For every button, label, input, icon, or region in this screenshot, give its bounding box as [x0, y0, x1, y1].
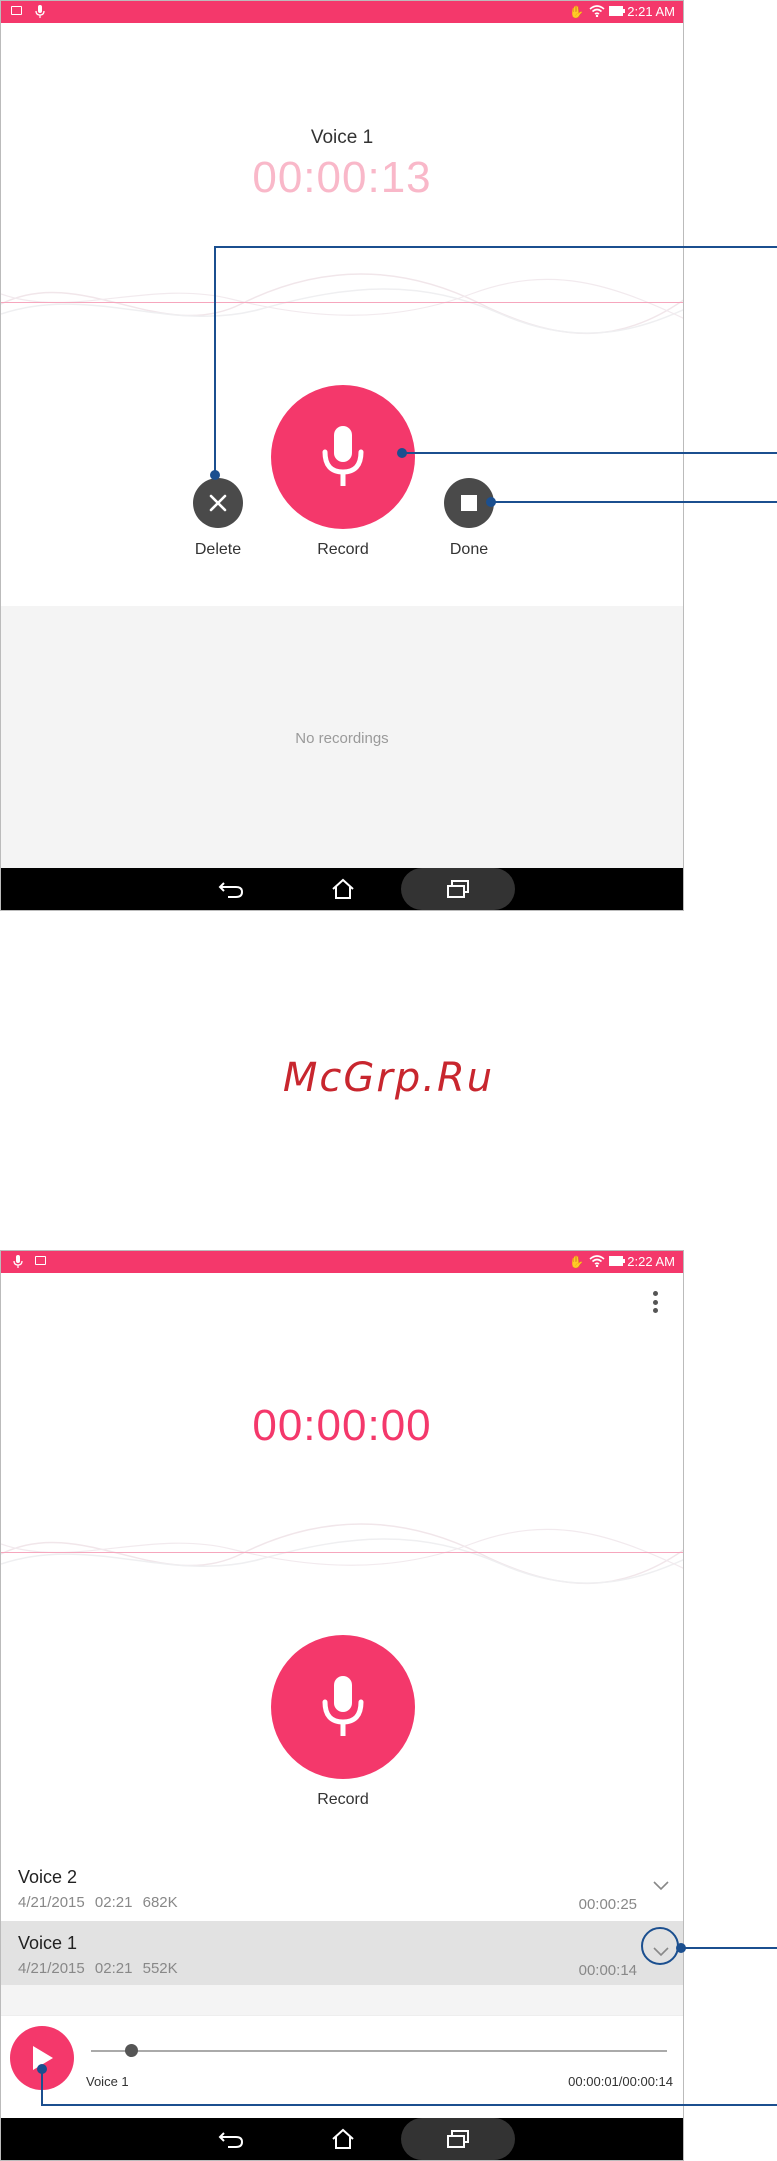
menu-dot: [653, 1291, 658, 1296]
recording-timer: 00:00:13: [252, 153, 432, 202]
wifi-icon: [589, 1255, 605, 1269]
home-icon: [332, 2128, 354, 2149]
chevron-down-icon: [653, 1881, 669, 1891]
record-button[interactable]: [271, 1635, 415, 1779]
seek-bar[interactable]: [91, 2044, 667, 2057]
recording-timer: 00:00:00: [252, 1401, 432, 1450]
menu-dot: [653, 1308, 658, 1313]
mic-icon: [322, 426, 364, 486]
delete-label: Delete: [194, 541, 242, 558]
menu-dot: [653, 1299, 658, 1305]
callout-dot-delete: [210, 470, 220, 480]
callout-line-delete: [214, 246, 216, 475]
done-label: Done: [449, 541, 489, 558]
callout-dot-done: [486, 497, 496, 507]
callout-circle-expand: [641, 1927, 679, 1965]
expand-button[interactable]: [651, 1875, 671, 1895]
overflow-menu-button[interactable]: [653, 1291, 659, 1313]
stop-icon: [461, 495, 477, 511]
hand-icon: ✋: [569, 5, 584, 19]
battery-icon: [609, 5, 625, 19]
recents-button[interactable]: [438, 868, 478, 910]
callout-line-record: [402, 452, 777, 454]
recording-item-voice-1[interactable]: Voice 1 4/21/2015 02:21 552K 00:00:14: [1, 1921, 683, 1985]
record-label: Record: [317, 541, 369, 558]
waveform: [1, 1509, 683, 1599]
watermark: McGrp.Ru: [282, 1055, 495, 1101]
back-icon: [218, 882, 244, 898]
recording-date: 4/21/2015 02:21: [18, 1894, 133, 1911]
home-button[interactable]: [323, 2118, 363, 2160]
recording-date: 4/21/2015 02:21: [18, 1960, 133, 1977]
home-icon: [332, 878, 354, 899]
wifi-icon: [589, 5, 605, 19]
empty-list-text: No recordings: [295, 730, 389, 747]
navigation-bar: [1, 868, 683, 910]
close-icon: [209, 494, 227, 512]
callout-line-done: [490, 501, 777, 503]
mic-icon: [33, 5, 47, 19]
recording-meta: 4/21/2015 02:21 552K: [18, 1960, 178, 1977]
recording-duration: 00:00:14: [578, 1962, 637, 1979]
recording-meta: 4/21/2015 02:21 682K: [18, 1894, 178, 1911]
status-time: 2:22 AM: [627, 1254, 675, 1269]
recording-name: Voice 2: [18, 1867, 78, 1887]
back-button[interactable]: [211, 2118, 251, 2160]
hand-icon: ✋: [569, 1255, 584, 1269]
battery-icon: [609, 1255, 625, 1269]
record-label: Record: [317, 1791, 369, 1808]
image-icon: [11, 6, 22, 15]
callout-line-expand: [681, 1947, 777, 1949]
waveform: [1, 259, 683, 349]
seek-handle[interactable]: [125, 2044, 139, 2057]
callout-line-delete-h: [214, 246, 777, 248]
home-button[interactable]: [323, 868, 363, 910]
status-bar: ✋ 2:22 AM: [1, 1251, 683, 1273]
recorder-screen-recording: ✋ 2:21 AM Voice 1 00:00:13 Delete Record: [0, 0, 684, 911]
navigation-bar: [1, 2118, 683, 2160]
status-bar: ✋ 2:21 AM: [1, 1, 683, 23]
player-time: 00:00:01/00:00:14: [568, 2074, 673, 2089]
waveform-baseline: [1, 1552, 683, 1553]
recents-icon: [447, 2130, 469, 2148]
recents-button[interactable]: [438, 2118, 478, 2160]
mic-icon: [322, 1676, 364, 1736]
recordings-list: No recordings: [1, 606, 683, 870]
record-button[interactable]: [271, 385, 415, 529]
list-spacer: [1, 1985, 683, 2015]
recorder-screen-list: ✋ 2:22 AM 00:00:00 Record Voice 2 4/21/2…: [0, 1250, 684, 2161]
recording-title: Voice 1: [310, 127, 374, 148]
image-icon: [35, 1256, 46, 1265]
status-time: 2:21 AM: [627, 4, 675, 19]
recents-icon: [447, 880, 469, 898]
callout-line-play-v: [41, 2068, 43, 2106]
player-track-name: Voice 1: [86, 2074, 129, 2089]
recording-duration: 00:00:25: [578, 1896, 637, 1913]
recording-size: 682K: [142, 1894, 178, 1911]
back-button[interactable]: [211, 868, 251, 910]
delete-button[interactable]: [193, 478, 243, 528]
callout-line-play-h: [41, 2104, 777, 2106]
recording-name: Voice 1: [18, 1933, 78, 1953]
recording-item-voice-2[interactable]: Voice 2 4/21/2015 02:21 682K 00:00:25: [1, 1855, 683, 1919]
waveform-baseline: [1, 302, 683, 303]
callout-dot-record: [397, 448, 407, 458]
recording-size: 552K: [142, 1960, 178, 1977]
back-icon: [218, 2132, 244, 2148]
mic-icon: [11, 1255, 25, 1269]
